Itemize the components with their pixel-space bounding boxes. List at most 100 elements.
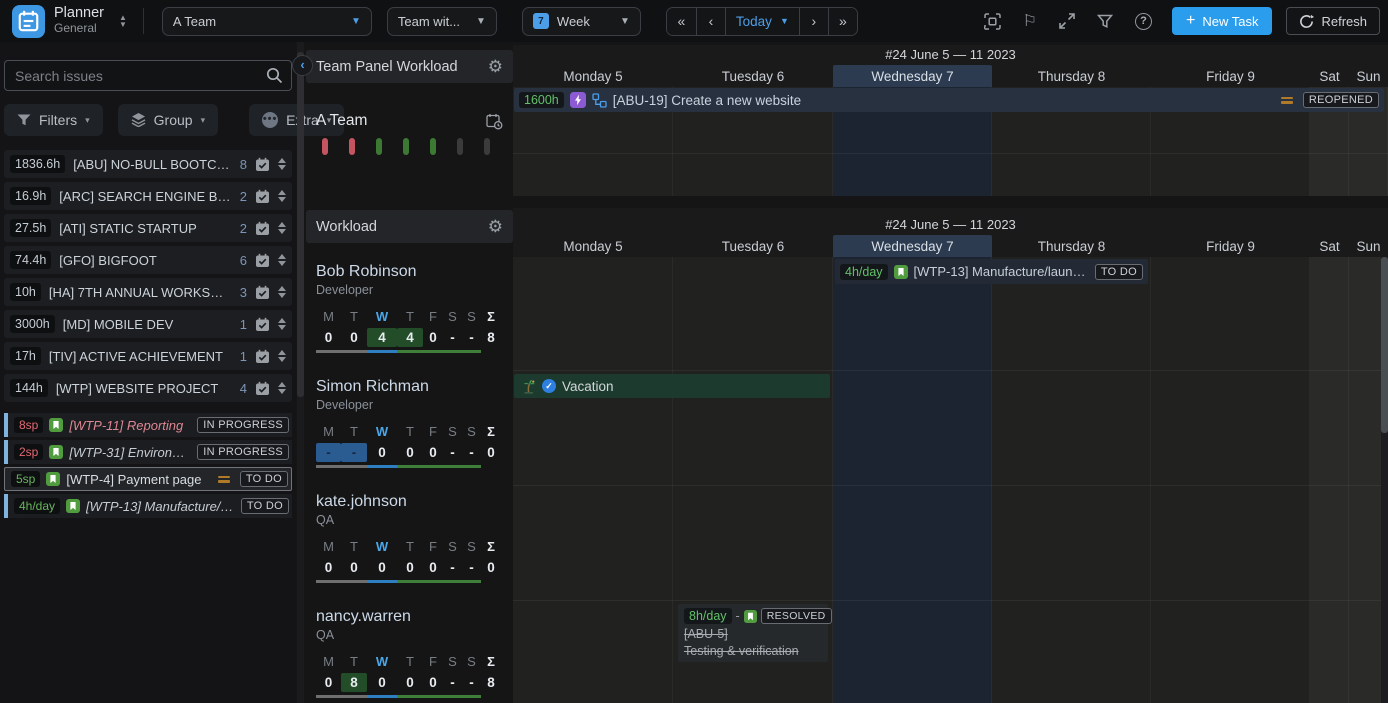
story-icon bbox=[46, 472, 60, 486]
project-name: [WTP] WEBSITE PROJECT bbox=[56, 381, 232, 396]
task-card-abu5[interactable]: 8h/day - RESOLVED [ABU-5] Testing & veri… bbox=[678, 604, 828, 662]
day-header-sat[interactable]: Sat bbox=[1310, 235, 1349, 257]
calendar-check-icon[interactable] bbox=[255, 189, 270, 204]
grid-col-thu bbox=[992, 257, 1151, 703]
person-card-simon[interactable]: Simon Richman Developer M T W T F S S Σ … bbox=[306, 378, 513, 493]
week-total: 0 bbox=[481, 443, 501, 462]
sort-handle-icon[interactable] bbox=[278, 318, 286, 330]
vacation-bar[interactable]: ✓ Vacation bbox=[514, 374, 830, 398]
next-button[interactable]: › bbox=[799, 8, 828, 35]
day-header-thu[interactable]: Thursday 8 bbox=[992, 235, 1151, 257]
sort-handle-icon[interactable] bbox=[278, 222, 286, 234]
person-week-table: M T W T F S S Σ 0 8 0 0 0 - - 8 bbox=[316, 654, 501, 698]
day-header-fri[interactable]: Friday 9 bbox=[1151, 65, 1310, 87]
chevron-down-icon: ▾ bbox=[85, 115, 90, 126]
story-icon bbox=[49, 418, 63, 432]
task-row-wtp13[interactable]: 4h/day [WTP-13] Manufacture/laun… TO DO bbox=[4, 494, 292, 518]
project-row-ha[interactable]: 10h [HA] 7TH ANNUAL WORKSHOP 3 bbox=[4, 278, 292, 306]
group-button[interactable]: Group ▾ bbox=[118, 104, 218, 136]
project-row-gfo[interactable]: 74.4h [GFO] BIGFOOT 6 bbox=[4, 246, 292, 274]
task-row-wtp11[interactable]: 8sp [WTP-11] Reporting IN PROGRESS bbox=[4, 413, 292, 437]
calendar-scrollbar-thumb[interactable] bbox=[1381, 257, 1388, 433]
status-badge: IN PROGRESS bbox=[197, 444, 289, 460]
help-icon[interactable]: ? bbox=[1135, 13, 1152, 30]
day-header-mon[interactable]: Monday 5 bbox=[513, 235, 673, 257]
scope-select[interactable]: Team wit... ▼ bbox=[387, 7, 497, 36]
task-row-wtp31[interactable]: 2sp [WTP-31] Environment s… IN PROGRESS bbox=[4, 440, 292, 464]
sum-col-label: Σ bbox=[481, 654, 501, 669]
day-header-tue[interactable]: Tuesday 6 bbox=[673, 235, 833, 257]
sum-col-label: Σ bbox=[481, 424, 501, 439]
team-select[interactable]: A Team ▼ bbox=[162, 7, 372, 36]
project-row-ati[interactable]: 27.5h [ATI] STATIC STARTUP 2 bbox=[4, 214, 292, 242]
prev-period-button[interactable]: « bbox=[667, 8, 696, 35]
flag-icon[interactable]: ⚐ bbox=[1023, 11, 1037, 31]
calendar-clock-icon[interactable] bbox=[486, 113, 503, 130]
calendar-check-icon[interactable] bbox=[255, 157, 270, 172]
day-header-wed-today[interactable]: Wednesday 7 bbox=[833, 65, 992, 87]
day-header-thu[interactable]: Thursday 8 bbox=[992, 65, 1151, 87]
person-row-line bbox=[513, 370, 1388, 371]
chevron-up-down-icon[interactable]: ▲▼ bbox=[119, 14, 127, 28]
project-row-tiv[interactable]: 17h [TIV] ACTIVE ACHIEVEMENT 1 bbox=[4, 342, 292, 370]
calendar-check-icon[interactable] bbox=[255, 221, 270, 236]
people-calendar-grid[interactable]: 4h/day [WTP-13] Manufacture/launch. … TO… bbox=[513, 257, 1388, 703]
sort-handle-icon[interactable] bbox=[278, 382, 286, 394]
new-task-button[interactable]: + New Task bbox=[1172, 7, 1272, 35]
project-name: [ATI] STATIC STARTUP bbox=[59, 221, 231, 236]
task-row-wtp4[interactable]: 5sp [WTP-4] Payment page TO DO bbox=[4, 467, 292, 491]
task-bar-wtp13[interactable]: 4h/day [WTP-13] Manufacture/launch. … TO… bbox=[835, 259, 1148, 284]
calendar-check-icon[interactable] bbox=[255, 285, 270, 300]
project-name: [GFO] BIGFOOT bbox=[59, 253, 231, 268]
day-col-label-today: W bbox=[367, 424, 397, 439]
person-card-nancy[interactable]: nancy.warren QA M T W T F S S Σ 0 8 0 0 … bbox=[306, 608, 513, 703]
day-header-sun[interactable]: Sun bbox=[1349, 235, 1388, 257]
sort-handle-icon[interactable] bbox=[278, 254, 286, 266]
project-row-abu[interactable]: 1836.6h [ABU] NO-BULL BOOTCAMP 8 bbox=[4, 150, 292, 178]
day-header-sat[interactable]: Sat bbox=[1310, 65, 1349, 87]
scope-capture-icon[interactable] bbox=[984, 13, 1001, 30]
day-header-fri[interactable]: Friday 9 bbox=[1151, 235, 1310, 257]
calendar-check-icon[interactable] bbox=[255, 381, 270, 396]
sort-handle-icon[interactable] bbox=[278, 350, 286, 362]
chevron-down-icon: ▼ bbox=[351, 16, 361, 27]
planner-app-icon bbox=[12, 5, 45, 38]
day-col-label: T bbox=[341, 539, 367, 554]
collapse-sidebar-button[interactable]: ‹ bbox=[292, 55, 313, 76]
today-button[interactable]: Today ▼ bbox=[725, 8, 799, 35]
backlog-task-list: 8sp [WTP-11] Reporting IN PROGRESS 2sp [… bbox=[0, 413, 296, 518]
team-calendar-grid[interactable]: 1600h [ABU-19] Create a new website REOP… bbox=[513, 87, 1388, 196]
period-select[interactable]: 7 Week ▼ bbox=[522, 7, 641, 36]
day-header-tue[interactable]: Tuesday 6 bbox=[673, 65, 833, 87]
sort-handle-icon[interactable] bbox=[278, 158, 286, 170]
team-name: A Team bbox=[316, 112, 367, 130]
task-title: [WTP-11] Reporting bbox=[69, 418, 191, 433]
day-col-label: M bbox=[316, 424, 341, 439]
load-bar-wed bbox=[376, 138, 382, 155]
calendar-check-icon[interactable] bbox=[255, 317, 270, 332]
calendar-check-icon[interactable] bbox=[255, 253, 270, 268]
prev-button[interactable]: ‹ bbox=[696, 8, 725, 35]
gear-icon[interactable]: ⚙ bbox=[488, 58, 503, 75]
project-row-wtp[interactable]: 144h [WTP] WEBSITE PROJECT 4 bbox=[4, 374, 292, 402]
project-row-arc[interactable]: 16.9h [ARC] SEARCH ENGINE BAND… 2 bbox=[4, 182, 292, 210]
sort-handle-icon[interactable] bbox=[278, 286, 286, 298]
refresh-button[interactable]: Refresh bbox=[1286, 7, 1380, 35]
gear-icon[interactable]: ⚙ bbox=[488, 218, 503, 235]
task-bar-abu19[interactable]: 1600h [ABU-19] Create a new website REOP… bbox=[514, 88, 1384, 112]
day-header-sun[interactable]: Sun bbox=[1349, 65, 1388, 87]
next-period-button[interactable]: » bbox=[828, 8, 857, 35]
project-row-md[interactable]: 3000h [MD] MOBILE DEV 1 bbox=[4, 310, 292, 338]
sidebar-scrollbar-thumb[interactable] bbox=[297, 52, 304, 397]
filter-icon[interactable] bbox=[1097, 14, 1113, 29]
person-card-bob[interactable]: Bob Robinson Developer M T W T F S S Σ 0… bbox=[306, 263, 513, 378]
calendar-check-icon[interactable] bbox=[255, 349, 270, 364]
filters-button[interactable]: Filters ▾ bbox=[4, 104, 103, 136]
day-header-wed-today[interactable]: Wednesday 7 bbox=[833, 235, 992, 257]
app-switcher[interactable]: Planner General ▲▼ bbox=[12, 5, 127, 38]
search-input[interactable] bbox=[4, 60, 292, 91]
fullscreen-icon[interactable] bbox=[1059, 13, 1075, 29]
day-header-mon[interactable]: Monday 5 bbox=[513, 65, 673, 87]
sort-handle-icon[interactable] bbox=[278, 190, 286, 202]
person-card-kate[interactable]: kate.johnson QA M T W T F S S Σ 0 0 0 0 … bbox=[306, 493, 513, 608]
